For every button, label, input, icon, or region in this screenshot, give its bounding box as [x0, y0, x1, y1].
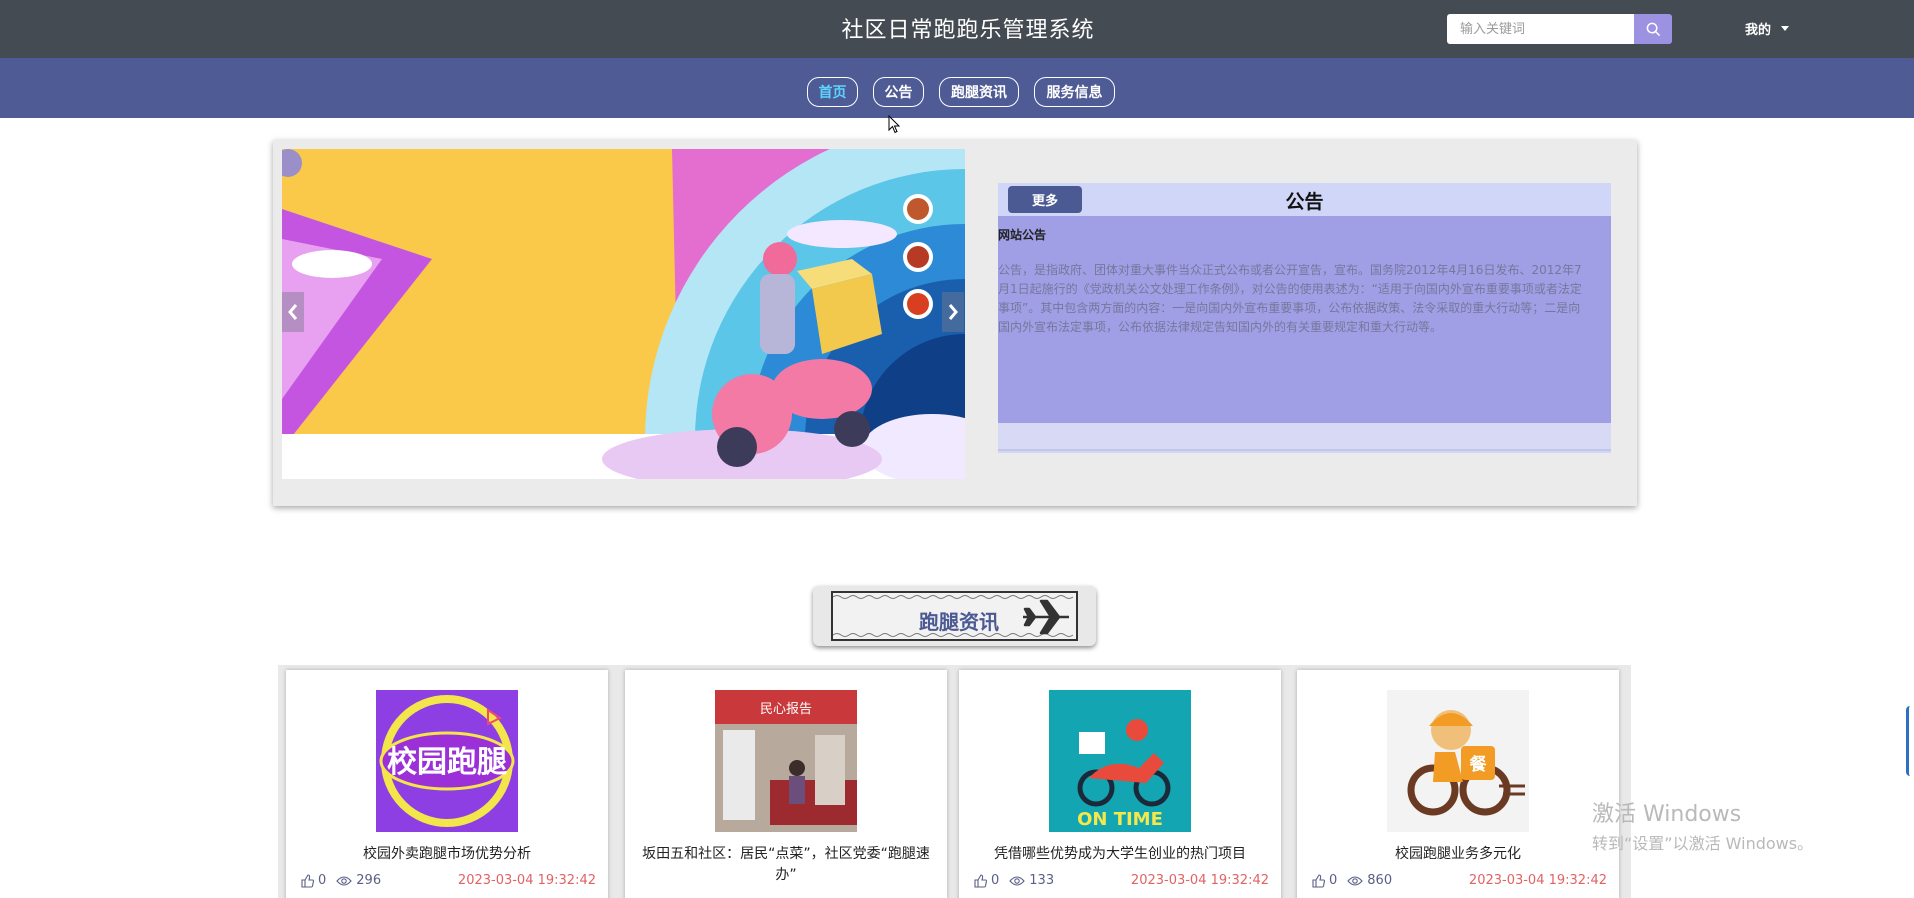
news-title[interactable]: 校园外卖跑腿市场优势分析 [296, 844, 598, 865]
news-card[interactable]: 餐 校园跑腿业务多元化 0 860 2023-03-04 19:32:42 [1297, 670, 1619, 898]
announcement-text: 公告，是指政府、团体对重大事件当众正式公布或者公开宣告，宣布。国务院2012年4… [998, 263, 1582, 334]
news-thumbnail: 校园跑腿 [376, 690, 518, 832]
view-count: 133 [1009, 873, 1054, 888]
watermark-line-1: 激活 Windows [1592, 802, 1742, 827]
banner-image [282, 149, 965, 479]
chevron-down-icon [1781, 26, 1790, 31]
news-date: 2023-03-04 19:32:42 [1468, 873, 1607, 888]
carousel-prev-button[interactable] [282, 292, 304, 332]
news-title[interactable]: 校园跑腿业务多元化 [1307, 844, 1609, 865]
section-title: 跑腿资讯 [919, 610, 999, 634]
nav-bar: 首页 公告 跑腿资讯 服务信息 [0, 58, 1914, 118]
scrollbar[interactable] [1906, 706, 1914, 776]
news-meta: 0 860 2023-03-04 19:32:42 [1311, 873, 1607, 888]
nav-item-errand-news[interactable]: 跑腿资讯 [939, 77, 1019, 107]
search-button[interactable] [1634, 14, 1672, 44]
chevron-left-icon [288, 304, 298, 320]
like-count[interactable]: 0 [300, 873, 326, 888]
announcement-footer [998, 423, 1611, 451]
more-button[interactable]: 更多 [1008, 186, 1082, 213]
announcement-box: 公告 更多 网站公告 公告，是指政府、团体对重大事件当众正式公布或者公开宣告，宣… [998, 183, 1611, 453]
user-menu[interactable]: 我的 [1745, 19, 1790, 38]
news-card[interactable]: 民心报告 坂田五和社区：居民“点菜”，社区党委“跑腿速办” [625, 670, 947, 898]
like-count[interactable]: 0 [1311, 873, 1337, 888]
section-header: 跑腿资讯 [813, 586, 1096, 646]
nav-item-home[interactable]: 首页 [807, 77, 858, 107]
news-title[interactable]: 凭借哪些优势成为大学生创业的热门项目 [969, 844, 1271, 865]
svg-text:民心报告: 民心报告 [760, 702, 812, 717]
eye-icon [1347, 875, 1364, 886]
top-bar: 社区日常跑跑乐管理系统 我的 [0, 0, 1914, 58]
news-thumbnail: 民心报告 [715, 690, 857, 832]
svg-text:餐: 餐 [1470, 754, 1488, 775]
watermark-line-2: 转到“设置”以激活 Windows。 [1592, 834, 1814, 853]
chevron-right-icon [948, 304, 958, 320]
nav-item-announcement[interactable]: 公告 [873, 77, 924, 107]
view-count: 860 [1347, 873, 1392, 888]
banner-carousel[interactable] [282, 149, 965, 479]
user-menu-label: 我的 [1745, 23, 1772, 38]
search-icon [1646, 22, 1660, 36]
news-date: 2023-03-04 19:32:42 [457, 873, 596, 888]
eye-icon [336, 875, 353, 886]
svg-text:ON TIME: ON TIME [1077, 809, 1163, 830]
mouse-cursor-icon [888, 115, 901, 134]
eye-icon [1009, 875, 1026, 886]
announcement-title: 公告 [1285, 191, 1324, 213]
windows-activation-watermark: 激活 Windows 转到“设置”以激活 Windows。 [1592, 796, 1813, 854]
section-header-frame: 跑腿资讯 [831, 591, 1078, 641]
news-date: 2023-03-04 19:32:42 [1130, 873, 1269, 888]
news-meta: 0 296 2023-03-04 19:32:42 [300, 873, 596, 888]
announcement-subtitle[interactable]: 网站公告 [998, 226, 1046, 243]
thumbs-up-icon [301, 873, 314, 888]
news-card[interactable]: ON TIME 凭借哪些优势成为大学生创业的热门项目 0 133 2023-03… [959, 670, 1281, 898]
announcement-body: 网站公告 公告，是指政府、团体对重大事件当众正式公布或者公开宣告，宣布。国务院2… [998, 216, 1611, 423]
search-input[interactable] [1447, 14, 1635, 44]
news-card[interactable]: 校园跑腿 校园外卖跑腿市场优势分析 0 296 2023-03-04 19:32… [286, 670, 608, 898]
svg-text:校园跑腿: 校园跑腿 [387, 745, 507, 780]
like-count[interactable]: 0 [973, 873, 999, 888]
nav-item-service-info[interactable]: 服务信息 [1034, 77, 1115, 107]
thumbs-up-icon [1312, 873, 1325, 888]
announcement-header: 公告 更多 [998, 183, 1611, 216]
carousel-next-button[interactable] [942, 292, 964, 332]
news-thumbnail: ON TIME [1049, 690, 1191, 832]
news-thumbnail: 餐 [1387, 690, 1529, 832]
view-count: 296 [336, 873, 381, 888]
news-meta: 0 133 2023-03-04 19:32:42 [973, 873, 1269, 888]
airplane-icon [1023, 599, 1069, 635]
news-title[interactable]: 坂田五和社区：居民“点菜”，社区党委“跑腿速办” [635, 844, 937, 886]
thumbs-up-icon [974, 873, 987, 888]
